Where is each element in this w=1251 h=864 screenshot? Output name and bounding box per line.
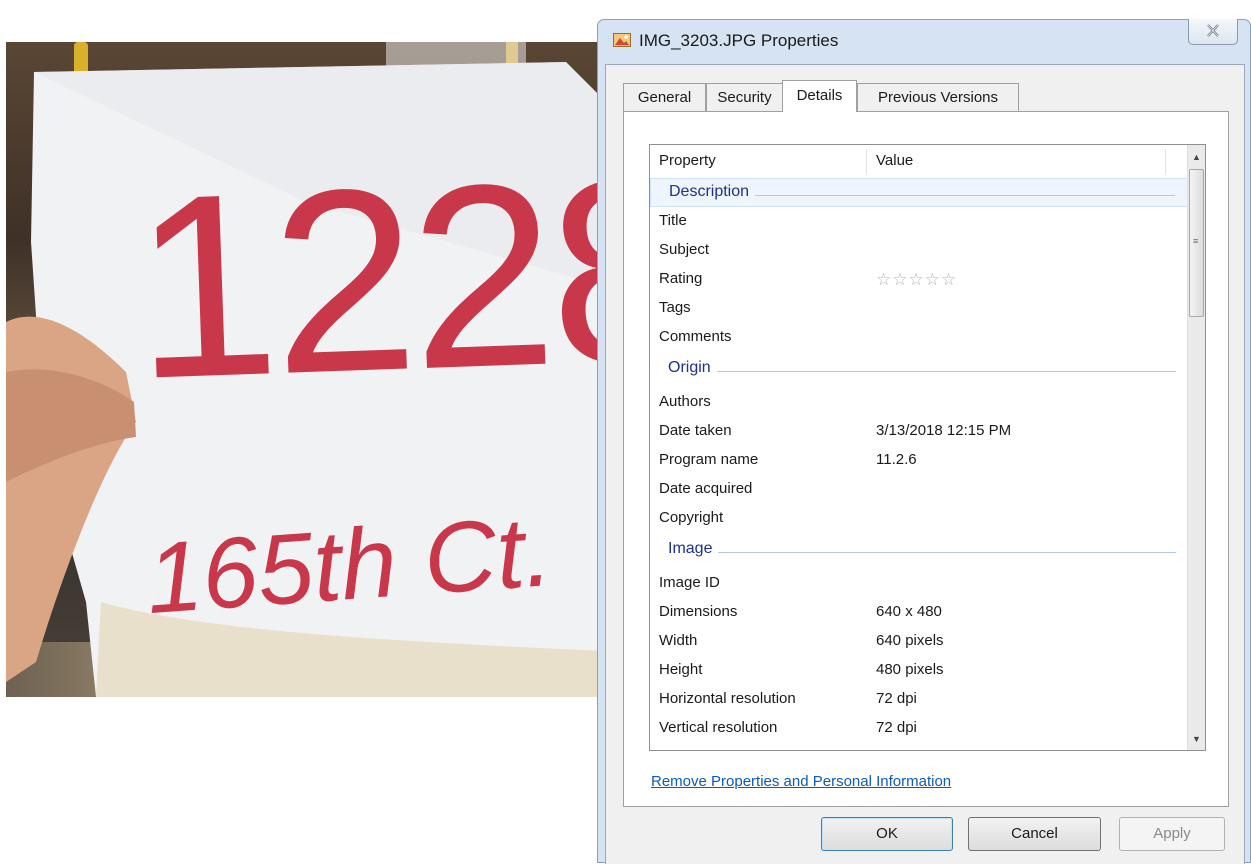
close-icon xyxy=(1207,24,1219,37)
ok-button[interactable]: OK xyxy=(821,817,953,851)
group-label: Origin xyxy=(668,359,717,377)
property-value[interactable]: 72 dpi xyxy=(876,719,917,736)
property-name: Date acquired xyxy=(659,480,753,497)
title-bar[interactable]: IMG_3203.JPG Properties xyxy=(598,19,1250,64)
property-row-vertical-resolution[interactable]: Vertical resolution 72 dpi xyxy=(650,714,1188,743)
property-row-image-id[interactable]: Image ID xyxy=(650,569,1188,598)
group-divider xyxy=(668,552,1176,553)
property-row-date-acquired[interactable]: Date acquired xyxy=(650,475,1188,504)
close-button[interactable] xyxy=(1188,19,1238,45)
property-value[interactable]: 480 pixels xyxy=(876,661,944,678)
property-name: Width xyxy=(659,632,698,649)
property-row-authors[interactable]: Authors xyxy=(650,388,1188,417)
property-name: Height xyxy=(659,661,703,678)
property-row-horizontal-resolution[interactable]: Horizontal resolution 72 dpi xyxy=(650,685,1188,714)
property-name: Vertical resolution xyxy=(659,719,778,736)
property-name: Program name xyxy=(659,451,759,468)
property-name: Image ID xyxy=(659,574,720,591)
property-name: Date taken xyxy=(659,422,732,439)
property-value[interactable]: 640 pixels xyxy=(876,632,944,649)
group-header-description[interactable]: Description xyxy=(650,178,1188,207)
property-value[interactable]: 3/13/2018 12:15 PM xyxy=(876,422,1011,439)
image-file-icon xyxy=(613,33,631,47)
cancel-button[interactable]: Cancel xyxy=(968,817,1101,851)
property-row-date-taken[interactable]: Date taken 3/13/2018 12:15 PM xyxy=(650,417,1188,446)
property-row-subject[interactable]: Subject xyxy=(650,236,1188,265)
scrollbar-thumb[interactable]: ≡ xyxy=(1189,169,1204,317)
property-row-copyright[interactable]: Copyright xyxy=(650,504,1188,533)
grip-icon: ≡ xyxy=(1193,236,1199,246)
photo-paper-sign: 1228 165th Ct. xyxy=(6,62,626,697)
details-tab-panel: Property Value Description Title Subject xyxy=(623,111,1229,807)
property-name: Title xyxy=(659,212,687,229)
property-row-comments[interactable]: Comments xyxy=(650,323,1188,352)
property-value[interactable]: 640 x 480 xyxy=(876,603,942,620)
property-name: Horizontal resolution xyxy=(659,690,796,707)
tab-general[interactable]: General xyxy=(623,83,706,111)
properties-dialog: IMG_3203.JPG Properties General Security… xyxy=(597,19,1251,864)
column-header-value[interactable]: Value xyxy=(876,145,913,177)
star-rating-control[interactable]: ☆☆☆☆☆ xyxy=(876,270,957,290)
property-name: Authors xyxy=(659,393,711,410)
property-row-title[interactable]: Title xyxy=(650,207,1188,236)
column-divider[interactable] xyxy=(1165,149,1166,174)
property-row-tags[interactable]: Tags xyxy=(650,294,1188,323)
property-row-program-name[interactable]: Program name 11.2.6 xyxy=(650,446,1188,475)
apply-button[interactable]: Apply xyxy=(1119,817,1225,851)
property-row-height[interactable]: Height 480 pixels xyxy=(650,656,1188,685)
property-name: Tags xyxy=(659,299,691,316)
group-header-origin[interactable]: Origin xyxy=(650,355,1188,384)
group-label: Description xyxy=(669,183,756,201)
column-divider[interactable] xyxy=(866,149,867,174)
handwritten-number: 1228 xyxy=(129,125,626,434)
property-name: Dimensions xyxy=(659,603,738,620)
scroll-up-arrow-icon[interactable]: ▲ xyxy=(1188,148,1205,166)
property-value[interactable]: 11.2.6 xyxy=(876,451,917,468)
property-name: Comments xyxy=(659,328,732,345)
remove-properties-link[interactable]: Remove Properties and Personal Informati… xyxy=(651,773,951,790)
property-name: Subject xyxy=(659,241,710,258)
tab-security[interactable]: Security xyxy=(706,83,783,111)
details-property-list[interactable]: Property Value Description Title Subject xyxy=(649,144,1206,751)
column-header-property[interactable]: Property xyxy=(659,145,716,177)
dialog-title: IMG_3203.JPG Properties xyxy=(639,31,839,50)
property-value[interactable]: 72 dpi xyxy=(876,690,917,707)
group-divider xyxy=(668,371,1176,372)
scroll-down-arrow-icon[interactable]: ▼ xyxy=(1188,730,1205,748)
vertical-scrollbar[interactable]: ▲ ≡ ▼ xyxy=(1187,145,1205,750)
tab-previous-versions[interactable]: Previous Versions xyxy=(857,83,1019,111)
dialog-client-area: General Security Details Previous Versio… xyxy=(605,64,1245,864)
tab-details[interactable]: Details xyxy=(782,80,857,112)
property-name: Rating xyxy=(659,270,703,287)
group-header-image[interactable]: Image xyxy=(650,536,1188,565)
property-row-width[interactable]: Width 640 pixels xyxy=(650,627,1188,656)
property-row-rating[interactable]: Rating ☆☆☆☆☆ xyxy=(650,265,1188,294)
group-label: Image xyxy=(668,540,719,558)
property-name: Copyright xyxy=(659,509,724,526)
list-header: Property Value xyxy=(650,145,1188,179)
property-row-dimensions[interactable]: Dimensions 640 x 480 xyxy=(650,598,1188,627)
background-photo: 1228 165th Ct. xyxy=(6,42,626,697)
